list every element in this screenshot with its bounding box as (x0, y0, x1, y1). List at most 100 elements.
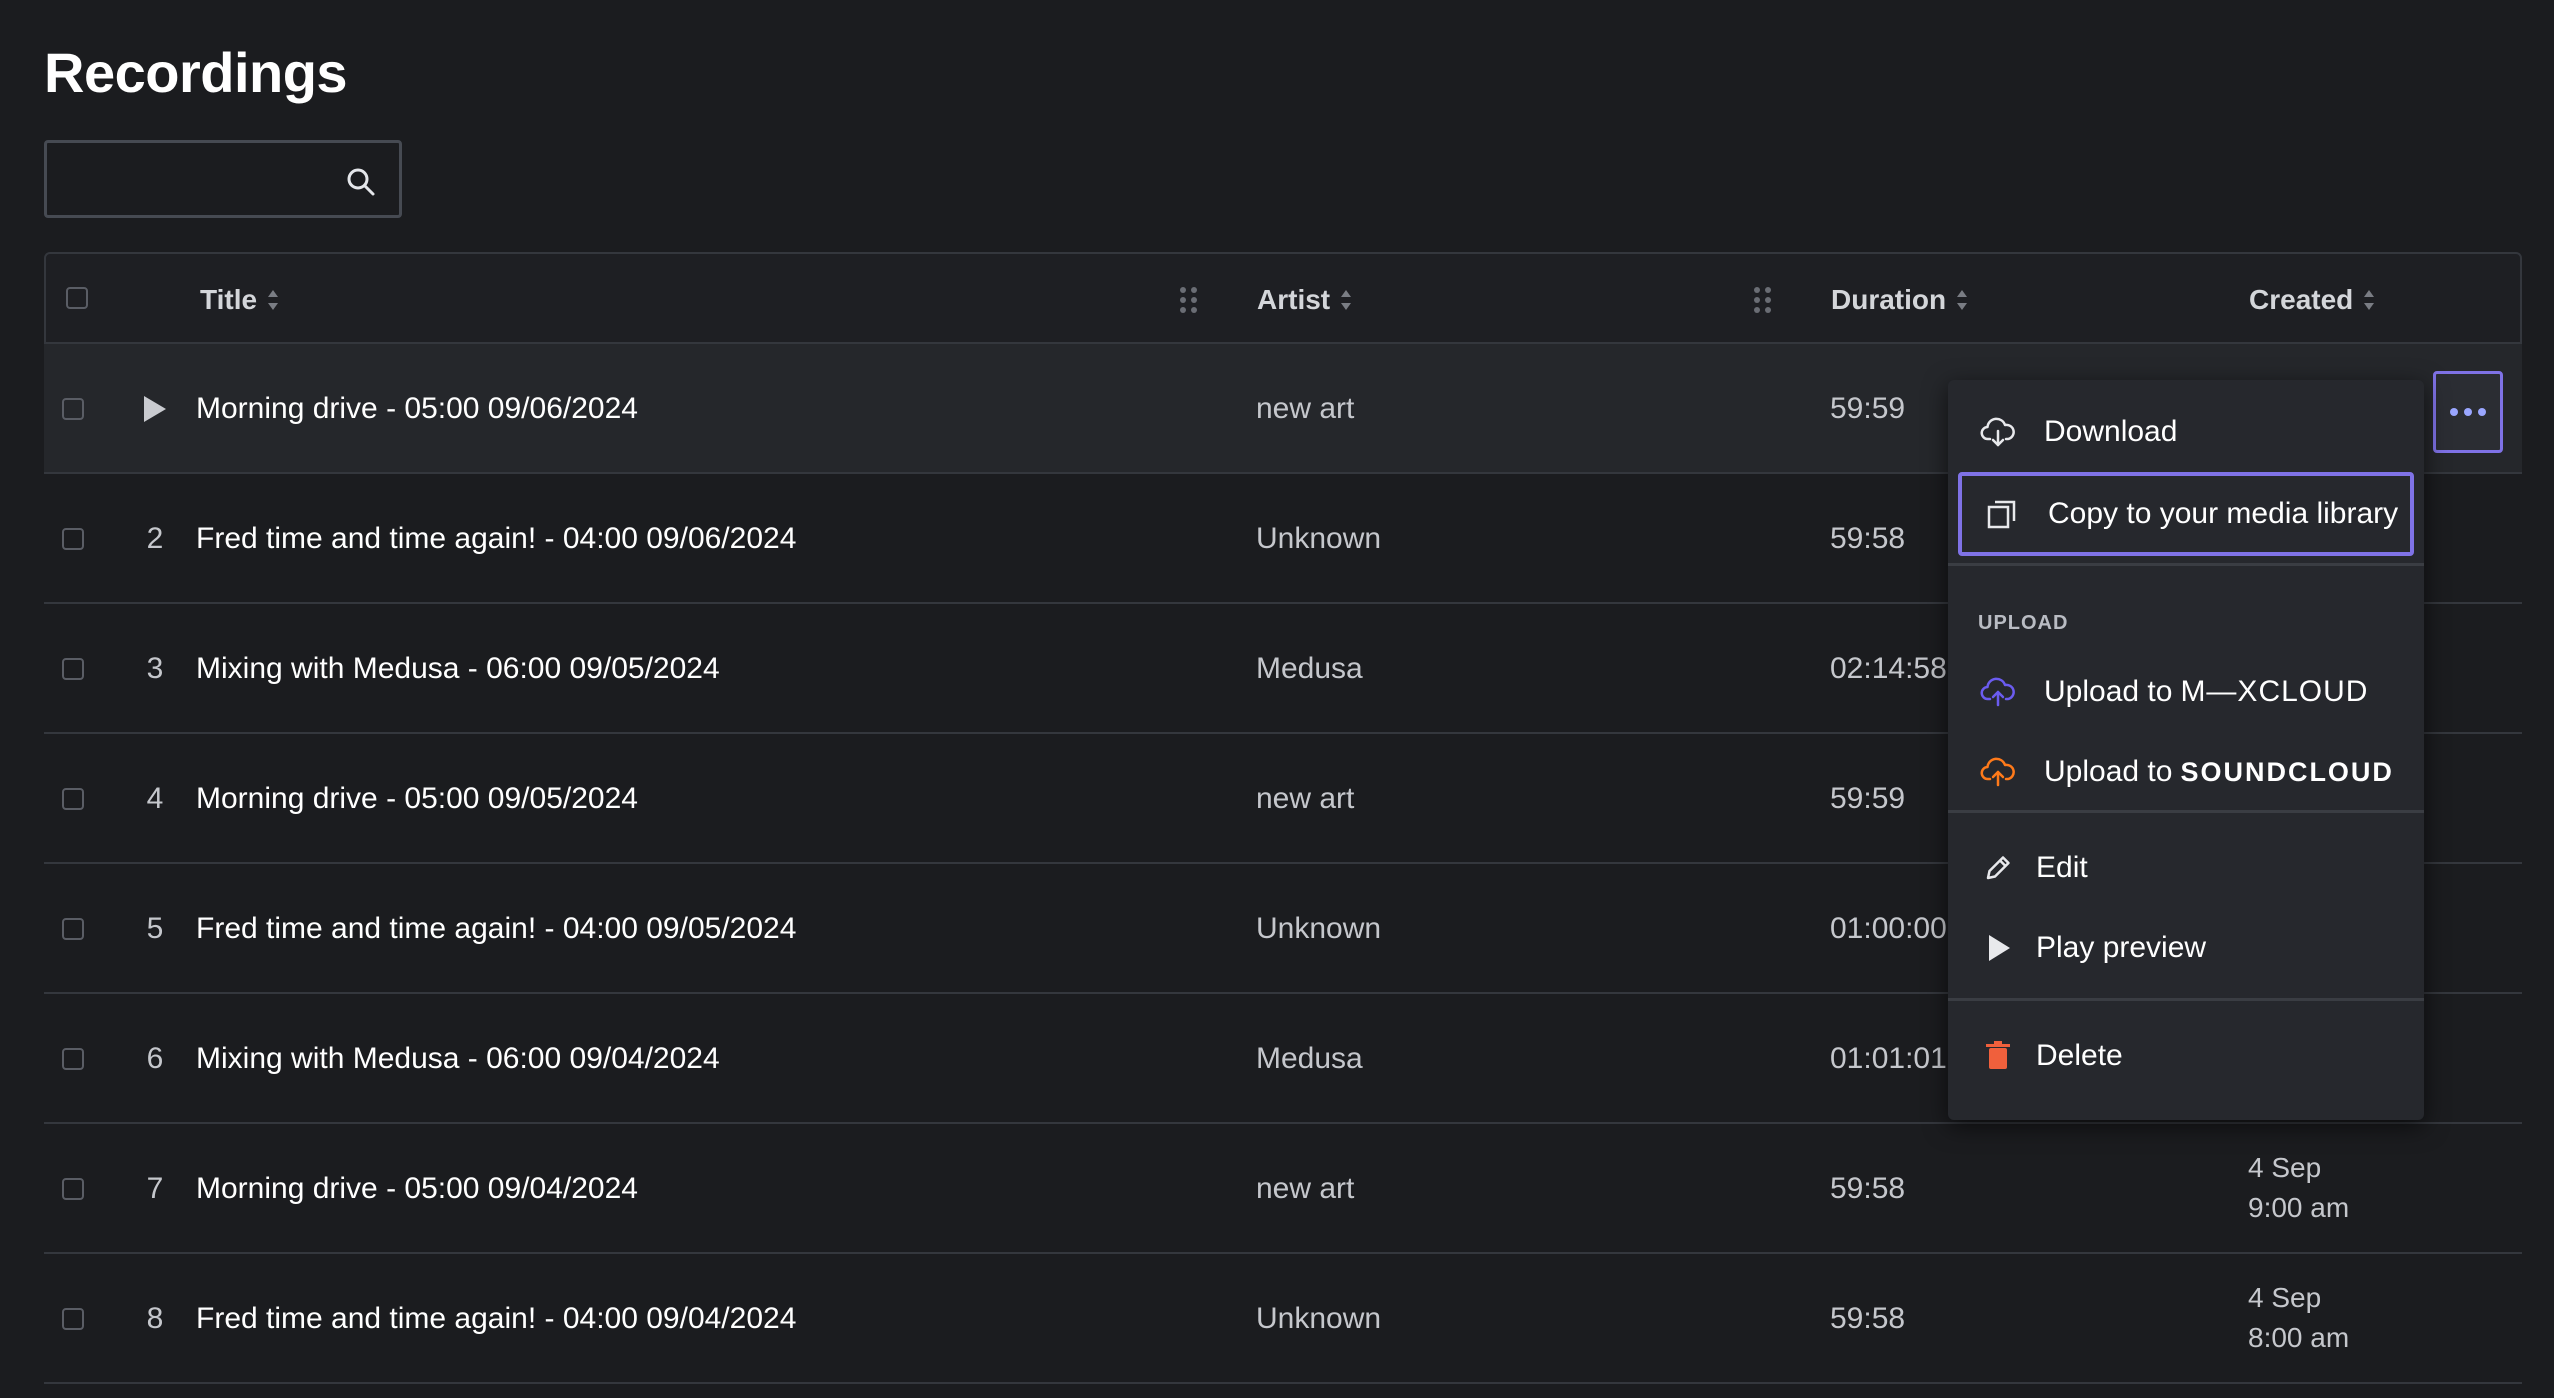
row-created: 4 Sep 8:00 am (2248, 1278, 2349, 1358)
row-title[interactable]: Morning drive - 05:00 09/06/2024 (196, 392, 638, 426)
row-duration: 01:01:01 (1830, 1042, 1947, 1075)
soundcloud-logo: SOUNDCLOUD (2180, 757, 2394, 787)
sort-icon[interactable] (1956, 287, 1968, 313)
row-duration: 59:59 (1830, 782, 1906, 815)
menu-divider (1948, 810, 2424, 813)
menu-label: Download (2044, 415, 2178, 448)
column-duration-label: Duration (1831, 284, 1947, 315)
row-title[interactable]: Fred time and time again! - 04:00 09/05/… (196, 912, 796, 946)
column-title-label: Title (200, 284, 258, 315)
menu-item-upload-soundcloud[interactable]: Upload to SOUNDCLOUD (1948, 732, 2424, 812)
row-title[interactable]: Morning drive - 05:00 09/04/2024 (196, 1172, 638, 1206)
more-actions-button[interactable] (2433, 371, 2503, 453)
column-resize-handle[interactable] (1180, 287, 1198, 313)
menu-label: Edit (2036, 851, 2088, 884)
sort-icon[interactable] (2363, 287, 2375, 313)
row-index: 8 (146, 1302, 164, 1335)
row-artist: new art (1256, 1172, 1355, 1205)
row-title[interactable]: Fred time and time again! - 04:00 09/06/… (196, 522, 796, 556)
play-icon (1989, 935, 2010, 961)
column-header-artist[interactable]: Artist (1257, 284, 1352, 316)
row-checkbox[interactable] (62, 1178, 84, 1200)
row-index: 4 (146, 782, 164, 815)
upload-to-label: Upload to (2044, 755, 2173, 788)
row-title[interactable]: Fred time and time again! - 04:00 09/04/… (196, 1302, 796, 1336)
row-title[interactable]: Morning drive - 05:00 09/05/2024 (196, 782, 638, 816)
column-created-label: Created (2249, 284, 2354, 315)
row-checkbox[interactable] (62, 918, 84, 940)
search-icon[interactable] (345, 166, 377, 198)
play-icon[interactable] (144, 396, 166, 422)
column-header-duration[interactable]: Duration (1831, 284, 1968, 316)
more-horizontal-icon (2450, 408, 2458, 416)
menu-label: Copy to your media library (2048, 497, 2399, 530)
row-checkbox[interactable] (62, 658, 84, 680)
cloud-upload-icon (1980, 757, 2015, 787)
menu-item-copy-to-library[interactable]: Copy to your media library (1958, 472, 2414, 556)
menu-label: Upload to M—XCLOUD (2044, 675, 2368, 709)
row-artist: Medusa (1256, 1042, 1363, 1075)
row-checkbox[interactable] (62, 398, 84, 420)
table-header: Title Artist Duration Created (44, 252, 2522, 344)
row-artist: new art (1256, 782, 1355, 815)
sort-icon[interactable] (267, 287, 279, 313)
menu-item-upload-mixcloud[interactable]: Upload to M—XCLOUD (1948, 652, 2424, 732)
column-resize-handle[interactable] (1754, 287, 1772, 313)
mixcloud-logo: M—XCLOUD (2180, 675, 2369, 708)
cloud-download-icon (1980, 417, 2015, 447)
menu-label: Upload to SOUNDCLOUD (2044, 755, 2394, 789)
row-artist: Unknown (1256, 522, 1382, 555)
table-row[interactable]: 7 Morning drive - 05:00 09/04/2024 new a… (44, 1124, 2522, 1254)
row-checkbox[interactable] (62, 1048, 84, 1070)
row-title[interactable]: Mixing with Medusa - 06:00 09/05/2024 (196, 652, 720, 686)
created-time: 8:00 am (2248, 1322, 2350, 1353)
sort-icon[interactable] (1340, 287, 1352, 313)
menu-item-delete[interactable]: Delete (1948, 1016, 2424, 1096)
created-time: 9:00 am (2248, 1192, 2350, 1223)
menu-label: Play preview (2036, 931, 2207, 964)
row-checkbox[interactable] (62, 788, 84, 810)
menu-divider (1948, 563, 2424, 566)
row-artist: Unknown (1256, 1302, 1382, 1335)
row-index: 5 (146, 912, 164, 945)
row-created: 4 Sep 9:00 am (2248, 1148, 2349, 1228)
row-checkbox[interactable] (62, 528, 84, 550)
row-duration: 59:58 (1830, 522, 1906, 555)
search-box[interactable] (44, 140, 402, 218)
row-title[interactable]: Mixing with Medusa - 06:00 09/04/2024 (196, 1042, 720, 1076)
menu-item-edit[interactable]: Edit (1948, 828, 2424, 908)
recordings-page: Recordings Title Artist Duration Created… (0, 0, 2554, 1398)
select-all-checkbox[interactable] (66, 287, 88, 309)
column-header-title[interactable]: Title (200, 284, 279, 316)
created-date: 4 Sep (2248, 1282, 2322, 1313)
row-index: 3 (146, 652, 164, 685)
row-duration: 59:59 (1830, 392, 1906, 425)
row-checkbox[interactable] (62, 1308, 84, 1330)
column-artist-label: Artist (1257, 284, 1331, 315)
copy-icon (1987, 500, 2016, 529)
search-input[interactable] (47, 143, 357, 217)
created-date: 4 Sep (2248, 1152, 2322, 1183)
row-duration: 01:00:00 (1830, 912, 1947, 945)
row-duration: 59:58 (1830, 1172, 1906, 1205)
upload-to-label: Upload to (2044, 675, 2173, 708)
menu-label: Delete (2036, 1039, 2123, 1072)
page-title: Recordings (44, 41, 348, 104)
menu-section-upload: UPLOAD (1978, 612, 2069, 634)
row-artist: new art (1256, 392, 1355, 425)
menu-divider (1948, 998, 2424, 1001)
row-duration: 59:58 (1830, 1302, 1906, 1335)
menu-item-download[interactable]: Download (1948, 392, 2424, 472)
trash-icon (1986, 1041, 2010, 1069)
row-index: 6 (146, 1042, 164, 1075)
row-index: 7 (146, 1172, 164, 1205)
actions-menu: Download Copy to your media library UPLO… (1948, 380, 2424, 1120)
pencil-icon (1986, 856, 2010, 880)
column-header-created[interactable]: Created (2249, 284, 2375, 316)
cloud-upload-icon (1980, 677, 2015, 707)
table-row[interactable]: 8 Fred time and time again! - 04:00 09/0… (44, 1254, 2522, 1384)
row-artist: Unknown (1256, 912, 1382, 945)
menu-item-play-preview[interactable]: Play preview (1948, 908, 2424, 988)
row-index: 2 (146, 522, 164, 555)
row-duration: 02:14:58 (1830, 652, 1947, 685)
